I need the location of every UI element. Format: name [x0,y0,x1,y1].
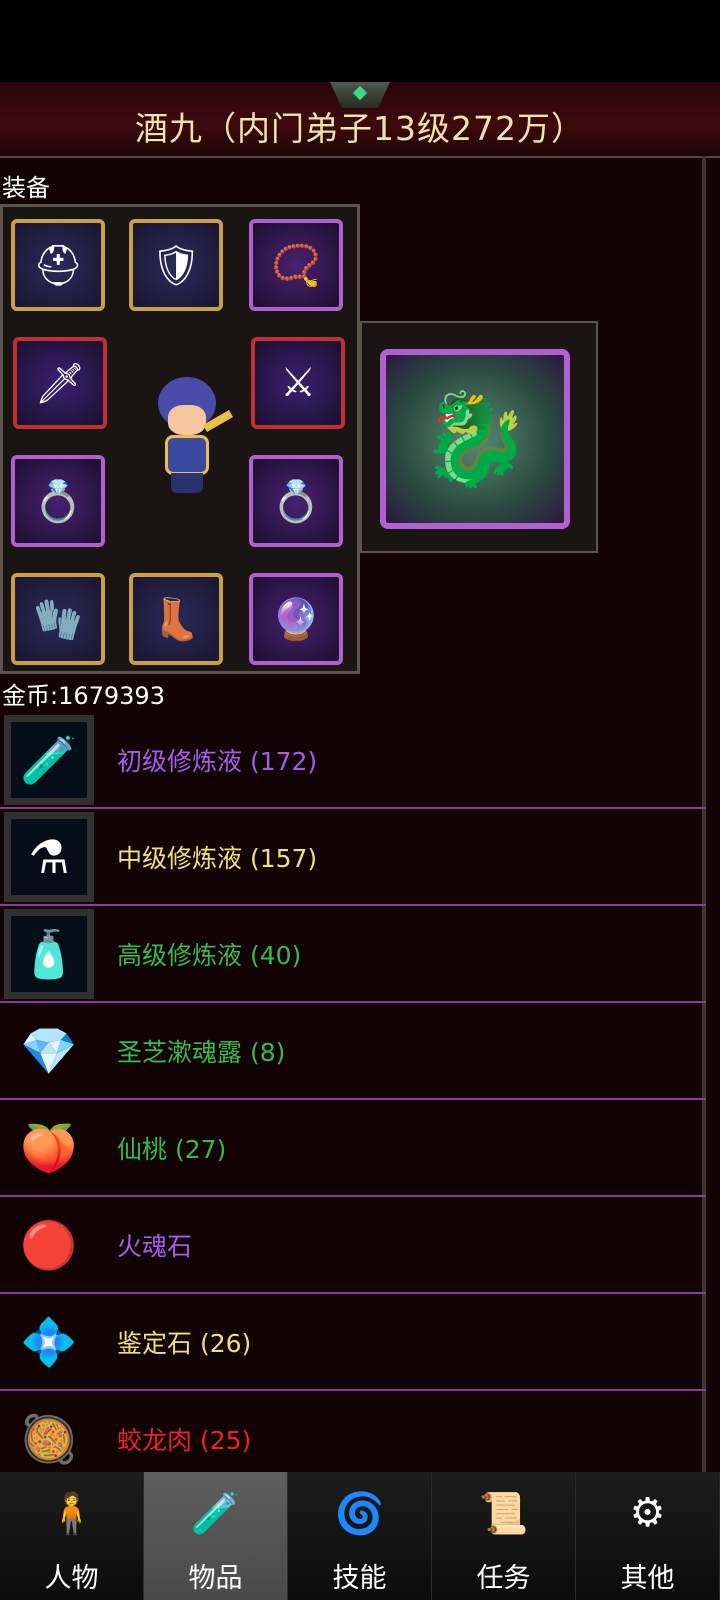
vial-icon: 🧪 [4,715,94,805]
inventory-screen: 酒九（内门弟子13级272万） 装备 ⛑ 🛡 📿 🗡 ⚔ 💍 💍 🧤 👢 🔮 🐉… [0,82,720,1488]
list-item[interactable]: 🧴 高级修炼液 (40) [0,906,706,1003]
item-name: 蛟龙肉 (25) [117,1426,252,1455]
title-bar: 酒九（内门弟子13级272万） [0,82,720,158]
list-item[interactable]: 🔴 火魂石 [0,1197,706,1294]
flask-icon: ⚗ [4,812,94,902]
page-title: 酒九（内门弟子13级272万） [135,109,585,148]
skill-swirl-icon: 🌀 [334,1491,385,1537]
sword-icon: 🗡 [34,360,86,407]
soul-orb-icon: 🔮 [271,596,321,643]
quest-icon: 📜 [478,1491,529,1537]
boots-icon: 👢 [151,596,201,643]
helmet-icon: ⛑ [32,242,84,289]
item-name: 圣芝漱魂露 (8) [117,1038,286,1067]
equipment-panel: ⛑ 🛡 📿 🗡 ⚔ 💍 💍 🧤 👢 🔮 [0,204,360,674]
equip-slot-orb[interactable]: 🔮 [249,573,343,665]
tab-quest[interactable]: 📜 任务 [432,1472,576,1600]
item-name: 鉴定石 (26) [117,1329,252,1358]
status-bar [0,0,720,82]
list-item[interactable]: 💎 圣芝漱魂露 (8) [0,1003,706,1100]
potion-bag-icon: 🧪 [190,1491,241,1537]
pet-panel: 🐉 [360,321,598,553]
equip-slot-amulet[interactable]: 📿 [249,219,343,311]
equip-slot-sword-right[interactable]: ⚔ [251,337,345,429]
gold-amount: 金币:1679393 [2,682,165,710]
character-icon: 🧍 [46,1491,97,1537]
character-avatar [143,377,233,497]
equip-slot-ring-left[interactable]: 💍 [11,455,105,547]
tab-skill-swirl[interactable]: 🌀 技能 [288,1472,432,1600]
peach-icon: 🍑 [20,1120,78,1175]
item-name: 高级修炼液 (40) [117,941,302,970]
amulet-icon: 📿 [271,242,321,289]
winged-potion-icon: 🧴 [4,909,94,999]
golden-sword-icon: ⚔ [280,360,316,406]
equip-slot-boots[interactable]: 👢 [129,573,223,665]
list-item[interactable]: ⚗ 中级修炼液 (157) [0,809,706,906]
equip-slot-gloves[interactable]: 🧤 [11,573,105,665]
meat-bowl-icon: 🥘 [20,1411,78,1466]
item-name: 中级修炼液 (157) [117,844,318,873]
winged-armor-icon: 🛡 [150,242,202,289]
ring-icon: 💍 [271,478,321,525]
other-icon: ⚙ [629,1490,666,1536]
item-name: 仙桃 (27) [117,1135,227,1164]
tab-character[interactable]: 🧍 人物 [0,1472,144,1600]
crystal-vase-icon: 💎 [20,1023,78,1078]
equip-slot-ring-right[interactable]: 💍 [249,455,343,547]
list-item[interactable]: 🧪 初级修炼液 (172) [0,712,706,809]
equip-slot-armor[interactable]: 🛡 [129,219,223,311]
tab-label: 其他 [620,1563,675,1594]
gauntlet-icon: 🧤 [33,596,83,643]
list-item[interactable]: 🍑 仙桃 (27) [0,1100,706,1197]
tab-other[interactable]: ⚙ 其他 [576,1472,720,1600]
list-item[interactable]: 💠 鉴定石 (26) [0,1294,706,1391]
equipment-label: 装备 [2,174,50,202]
tab-label: 技能 [332,1563,387,1594]
equip-slot-helmet[interactable]: ⛑ [11,219,105,311]
tab-label: 人物 [44,1563,99,1594]
armored-warrior-icon[interactable]: 🐉 [380,349,570,529]
bottom-nav: 🧍 人物 🧪 物品 🌀 技能 📜 任务 ⚙ 其他 [0,1472,720,1600]
tab-potion-bag[interactable]: 🧪 物品 [144,1472,288,1600]
equip-slot-sword-left[interactable]: 🗡 [13,337,107,429]
ring-icon: 💍 [33,478,83,525]
content-panel: 装备 ⛑ 🛡 📿 🗡 ⚔ 💍 💍 🧤 👢 🔮 🐉 金币:1679393 🧪 初级修… [0,156,706,1488]
tab-label: 物品 [188,1563,243,1594]
fire-stone-icon: 🔴 [20,1217,78,1272]
item-name: 初级修炼液 (172) [117,747,318,776]
item-list: 🧪 初级修炼液 (172) ⚗ 中级修炼液 (157) 🧴 高级修炼液 (40) 💎 圣芝漱魂… [0,712,706,1488]
tab-label: 任务 [476,1563,531,1594]
gem-icon: 💠 [20,1314,78,1369]
item-name: 火魂石 [117,1232,193,1261]
